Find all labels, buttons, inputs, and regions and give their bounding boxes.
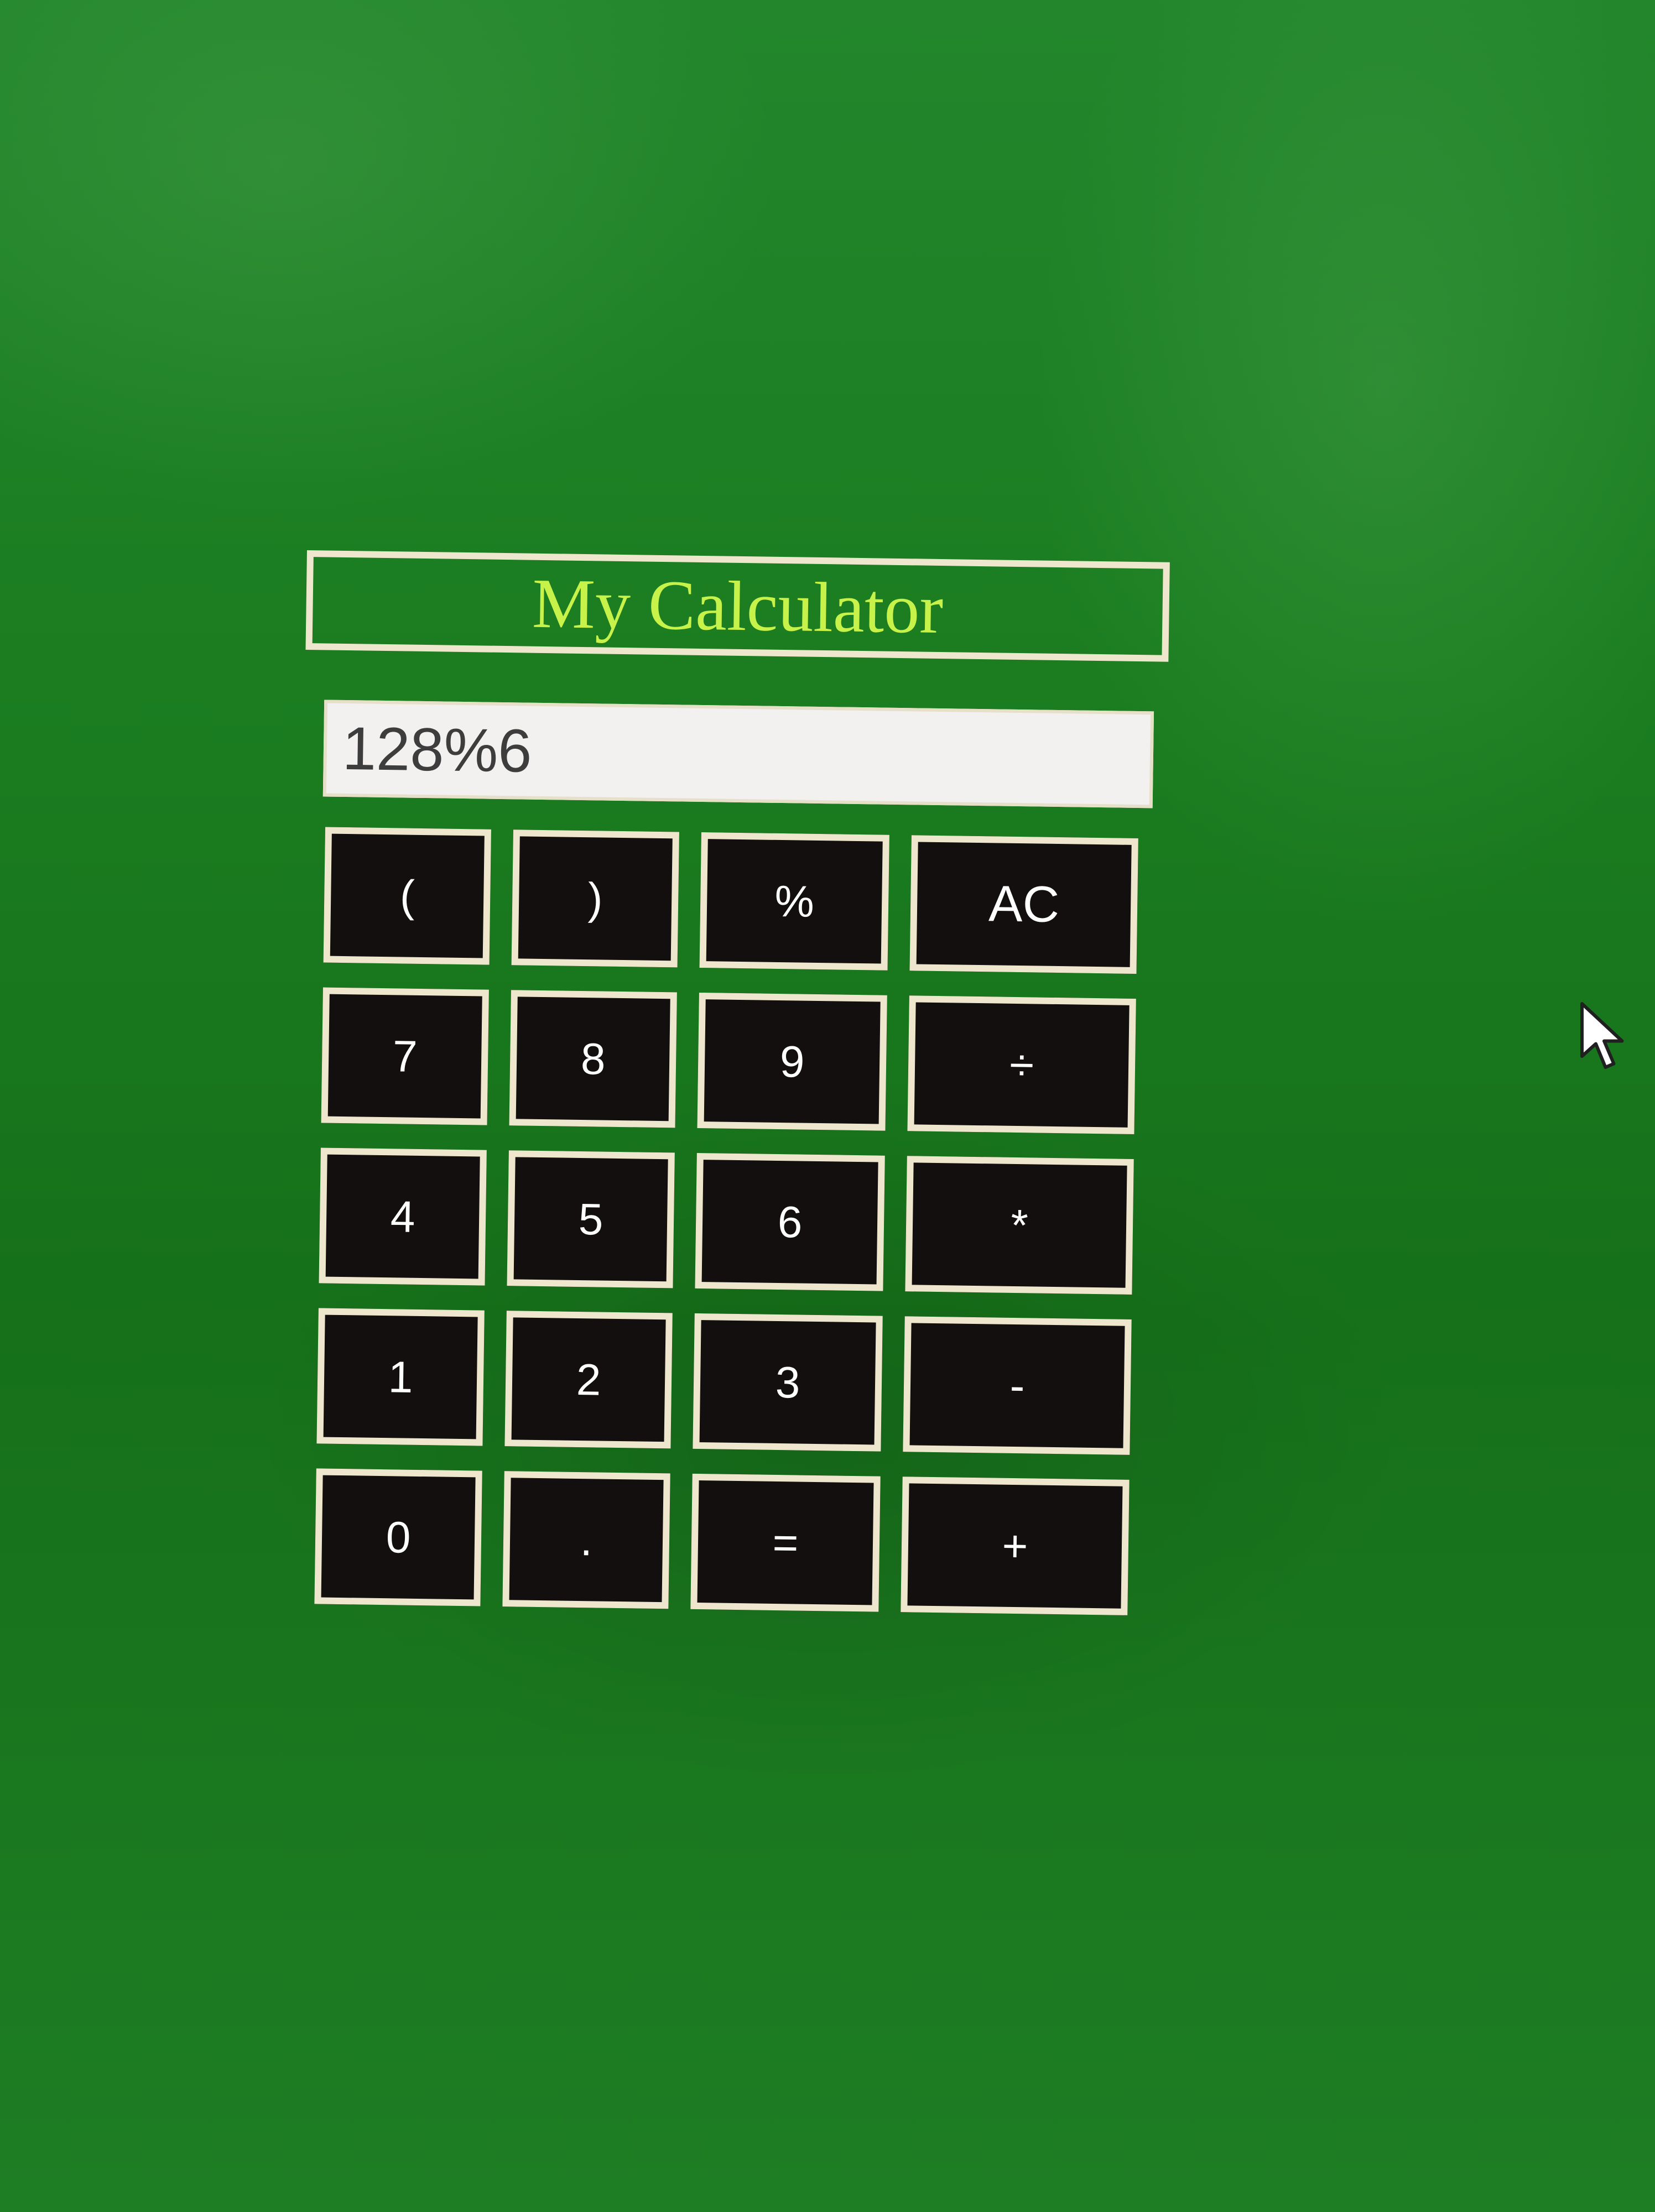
digit-2-button[interactable]: 2 xyxy=(504,1311,673,1449)
digit-8-button[interactable]: 8 xyxy=(509,990,677,1128)
divide-button[interactable]: ÷ xyxy=(907,995,1136,1134)
digit-5-button[interactable]: 5 xyxy=(507,1150,675,1288)
mouse-pointer-icon xyxy=(1580,1002,1624,1069)
multiply-button[interactable]: * xyxy=(905,1156,1134,1295)
digit-7-button[interactable]: 7 xyxy=(321,987,489,1125)
calculator-display[interactable] xyxy=(322,700,1154,808)
keypad: ( ) % AC 7 8 9 ÷ 4 5 6 * 1 2 3 - 0 . = + xyxy=(314,827,1138,1615)
subtract-button[interactable]: - xyxy=(903,1316,1132,1455)
decimal-button[interactable]: . xyxy=(502,1471,670,1609)
page-title: My Calculator xyxy=(532,564,944,648)
close-paren-button[interactable]: ) xyxy=(511,830,679,968)
clear-button[interactable]: AC xyxy=(909,835,1138,974)
digit-6-button[interactable]: 6 xyxy=(695,1152,885,1291)
equals-button[interactable]: = xyxy=(690,1473,881,1612)
digit-9-button[interactable]: 9 xyxy=(697,992,887,1131)
digit-3-button[interactable]: 3 xyxy=(693,1313,883,1452)
open-paren-button[interactable]: ( xyxy=(323,827,491,965)
calculator: My Calculator ( ) % AC 7 8 9 ÷ 4 5 6 * 1… xyxy=(292,550,1178,1616)
digit-0-button[interactable]: 0 xyxy=(314,1468,482,1606)
modulo-button[interactable]: % xyxy=(699,832,889,971)
digit-1-button[interactable]: 1 xyxy=(316,1308,485,1446)
digit-4-button[interactable]: 4 xyxy=(319,1147,487,1286)
title-frame: My Calculator xyxy=(305,550,1170,662)
add-button[interactable]: + xyxy=(901,1477,1130,1615)
